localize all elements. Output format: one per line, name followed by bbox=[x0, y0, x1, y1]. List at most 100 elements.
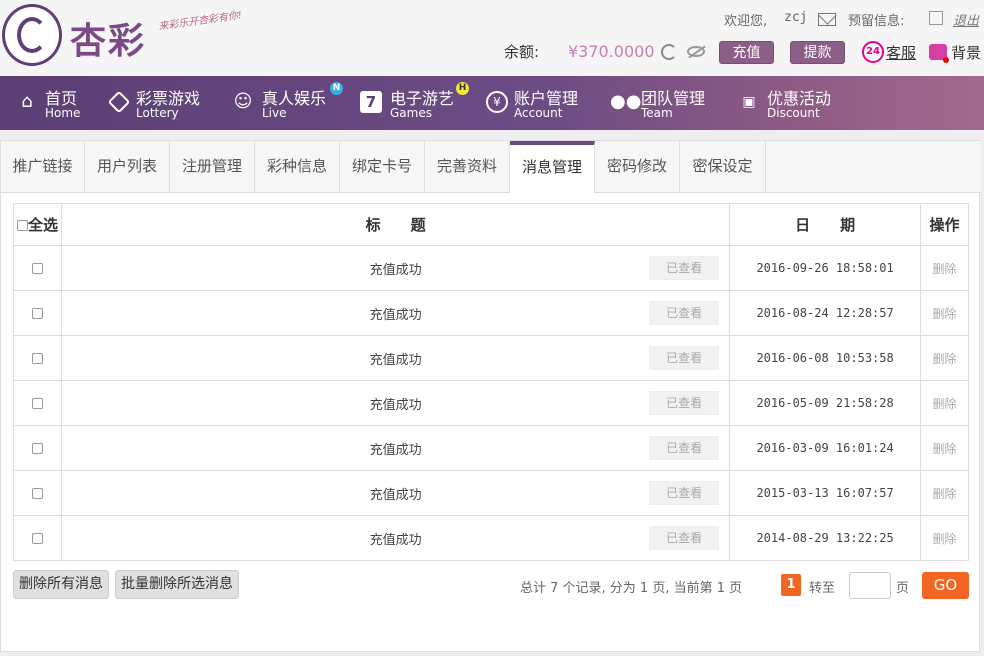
table-row: 充值成功 已查看 2016-08-24 12:28:57 删除 bbox=[13, 290, 969, 336]
viewed-status: 已查看 bbox=[649, 346, 720, 370]
tab-password[interactable]: 密码修改 bbox=[595, 141, 680, 192]
row-checkbox[interactable] bbox=[31, 487, 43, 499]
tab-lottery-info[interactable]: 彩种信息 bbox=[255, 141, 340, 192]
message-title[interactable]: 充值成功 bbox=[370, 398, 422, 413]
tab-promo-link[interactable]: 推广链接 bbox=[1, 141, 85, 192]
table-row: 充值成功 已查看 2015-03-13 16:07:57 删除 bbox=[13, 470, 969, 516]
tab-registration[interactable]: 注册管理 bbox=[170, 141, 255, 192]
message-title[interactable]: 充值成功 bbox=[370, 443, 422, 458]
action-cell: 删除 bbox=[920, 425, 969, 471]
logout-link[interactable]: 退出 bbox=[953, 10, 979, 29]
row-select-cell bbox=[13, 425, 62, 471]
row-select-cell bbox=[13, 470, 62, 516]
delete-link[interactable]: 删除 bbox=[933, 397, 957, 411]
refresh-icon[interactable] bbox=[661, 44, 677, 60]
action-cell: 删除 bbox=[920, 380, 969, 426]
delete-link[interactable]: 删除 bbox=[933, 262, 957, 276]
page-number-input[interactable] bbox=[849, 572, 891, 599]
pager-summary: 总计 7 个记录, 分为 1 页, 当前第 1 页 bbox=[520, 581, 743, 596]
message-date: 2016-09-26 18:58:01 bbox=[729, 245, 922, 291]
table-row: 充值成功 已查看 2016-05-09 21:58:28 删除 bbox=[13, 380, 969, 426]
new-badge: N bbox=[330, 82, 343, 95]
delete-link[interactable]: 删除 bbox=[933, 532, 957, 546]
go-button[interactable]: GO bbox=[922, 572, 969, 599]
gift-icon: ▣ bbox=[742, 94, 756, 110]
tab-profile[interactable]: 完善资料 bbox=[425, 141, 510, 192]
message-title[interactable]: 充值成功 bbox=[370, 533, 422, 548]
tab-bar: 推广链接 用户列表 注册管理 彩种信息 绑定卡号 完善资料 消息管理 密码修改 … bbox=[1, 141, 981, 193]
nav-home[interactable]: ⌂ 首页 Home bbox=[16, 76, 96, 130]
balance-value: ¥370.0000 bbox=[568, 42, 655, 61]
mail-icon[interactable] bbox=[818, 13, 836, 26]
row-select-cell bbox=[13, 515, 62, 561]
current-page[interactable]: 1 bbox=[781, 574, 801, 596]
title-cell: 充值成功 已查看 bbox=[60, 425, 731, 471]
theme-icon[interactable] bbox=[929, 44, 949, 63]
message-title[interactable]: 充值成功 bbox=[370, 488, 422, 503]
hide-balance-icon[interactable] bbox=[687, 46, 705, 57]
row-checkbox[interactable] bbox=[31, 397, 43, 409]
goto-label: 转至 bbox=[809, 581, 836, 596]
row-checkbox[interactable] bbox=[31, 532, 43, 544]
welcome-text: 欢迎您, bbox=[724, 14, 768, 29]
edit-icon[interactable] bbox=[929, 11, 943, 25]
slogan: 来彩乐开杏彩有你! bbox=[157, 10, 243, 33]
logo-icon[interactable] bbox=[2, 4, 62, 66]
nav-sublabel: Discount bbox=[767, 106, 820, 120]
customer-service-icon[interactable]: 24 bbox=[862, 41, 884, 63]
title-cell: 充值成功 已查看 bbox=[60, 470, 731, 516]
row-checkbox[interactable] bbox=[31, 262, 43, 274]
delete-link[interactable]: 删除 bbox=[933, 307, 957, 321]
balance-label: 余额: bbox=[504, 43, 540, 61]
tab-messages[interactable]: 消息管理 bbox=[510, 141, 595, 193]
row-checkbox[interactable] bbox=[31, 352, 43, 364]
row-select-cell bbox=[13, 245, 62, 291]
viewed-status: 已查看 bbox=[649, 481, 720, 505]
page-unit-label: 页 bbox=[896, 581, 910, 596]
nav-live[interactable]: ☺ 真人娱乐 Live N bbox=[232, 76, 350, 130]
viewed-status: 已查看 bbox=[649, 256, 720, 280]
nav-team[interactable]: ●● 团队管理 Team bbox=[610, 76, 715, 130]
row-checkbox[interactable] bbox=[31, 307, 43, 319]
tab-security[interactable]: 密保设定 bbox=[680, 141, 766, 192]
recharge-button[interactable]: 充值 bbox=[719, 41, 774, 64]
table-row: 充值成功 已查看 2016-03-09 16:01:24 删除 bbox=[13, 425, 969, 471]
table-header-row: 全选 标 题 日 期 操作 bbox=[13, 203, 969, 246]
nav-sublabel: Live bbox=[262, 106, 287, 120]
nav-sublabel: Lottery bbox=[136, 106, 179, 120]
tab-bind-card[interactable]: 绑定卡号 bbox=[340, 141, 425, 192]
main-nav: ⌂ 首页 Home 彩票游戏 Lottery ☺ 真人娱乐 Live N 7 电… bbox=[0, 76, 984, 130]
message-date: 2016-08-24 12:28:57 bbox=[729, 290, 922, 336]
action-cell: 删除 bbox=[920, 245, 969, 291]
background-link[interactable]: 背景 bbox=[951, 42, 981, 63]
delete-all-button[interactable]: 删除所有消息 bbox=[13, 570, 109, 599]
nav-account[interactable]: ¥ 账户管理 Account bbox=[486, 76, 591, 130]
nav-games[interactable]: 7 电子游艺 Games H bbox=[360, 76, 475, 130]
message-title[interactable]: 充值成功 bbox=[370, 263, 422, 278]
row-select-cell bbox=[13, 380, 62, 426]
lottery-icon bbox=[107, 90, 131, 114]
header: 杏彩 来彩乐开杏彩有你! 欢迎您, zcj 预留信息: 退出 余额: ¥370.… bbox=[0, 0, 984, 76]
nav-sublabel: Account bbox=[514, 106, 563, 120]
title-cell: 充值成功 已查看 bbox=[60, 245, 731, 291]
delete-selected-button[interactable]: 批量删除所选消息 bbox=[115, 570, 239, 599]
row-checkbox[interactable] bbox=[31, 442, 43, 454]
withdraw-button[interactable]: 提款 bbox=[790, 41, 845, 64]
customer-service-link[interactable]: 客服 bbox=[886, 42, 916, 63]
account-icon: ¥ bbox=[486, 91, 508, 113]
message-date: 2015-03-13 16:07:57 bbox=[729, 470, 922, 516]
nav-discount[interactable]: ▣ 优惠活动 Discount bbox=[738, 76, 843, 130]
message-title[interactable]: 充值成功 bbox=[370, 308, 422, 323]
delete-link[interactable]: 删除 bbox=[933, 442, 957, 456]
viewed-status: 已查看 bbox=[649, 391, 720, 415]
delete-link[interactable]: 删除 bbox=[933, 352, 957, 366]
tab-user-list[interactable]: 用户列表 bbox=[85, 141, 170, 192]
title-cell: 充值成功 已查看 bbox=[60, 290, 731, 336]
nav-lottery[interactable]: 彩票游戏 Lottery bbox=[107, 76, 218, 130]
select-all-checkbox[interactable] bbox=[16, 220, 28, 231]
action-cell: 删除 bbox=[920, 335, 969, 381]
message-title[interactable]: 充值成功 bbox=[370, 353, 422, 368]
row-select-cell bbox=[13, 335, 62, 381]
delete-link[interactable]: 删除 bbox=[933, 487, 957, 501]
message-date: 2016-06-08 10:53:58 bbox=[729, 335, 922, 381]
